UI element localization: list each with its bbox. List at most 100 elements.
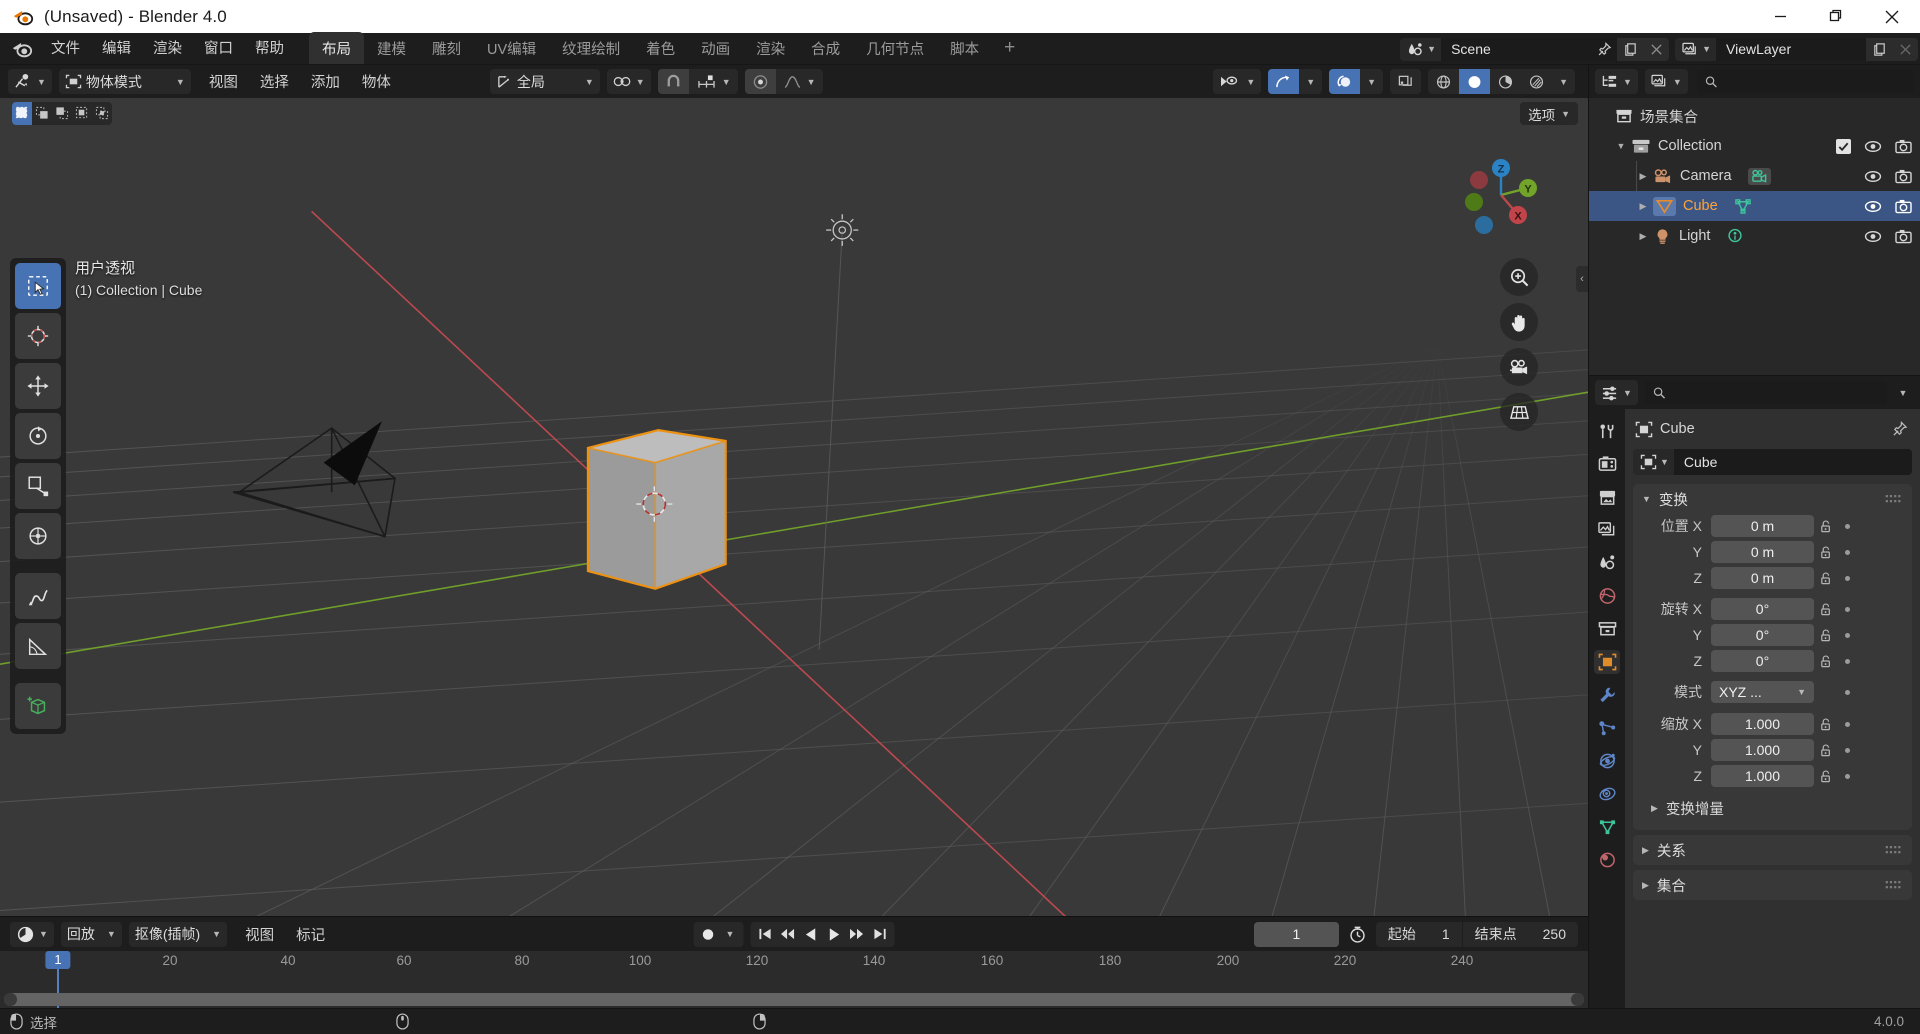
scale-y-lock-icon[interactable]: [1814, 743, 1838, 758]
snap-magnet-toggle[interactable]: [657, 69, 689, 94]
collections-panel[interactable]: ▶ 集合 ▪▪▪▪ ▪▪▪▪: [1633, 870, 1912, 900]
object-name-field[interactable]: Cube: [1673, 449, 1912, 475]
pivot-point-selector[interactable]: ▼: [606, 69, 651, 94]
workspace-tab-layout[interactable]: 布局: [309, 32, 364, 64]
select-intersect-button[interactable]: [92, 102, 112, 125]
scrollbar-handle-left[interactable]: [4, 993, 17, 1006]
scene-selector[interactable]: ▼ Scene: [1400, 37, 1670, 61]
rotation-y-field[interactable]: 0°: [1711, 624, 1814, 646]
outliner-row-camera[interactable]: ▶ Camera: [1589, 161, 1920, 191]
viewlayer-selector[interactable]: ▼ ViewLayer: [1675, 37, 1918, 61]
scrollbar-handle-right[interactable]: [1571, 993, 1584, 1006]
rotate-tool-button[interactable]: [15, 413, 61, 459]
viewport-menu-view[interactable]: 视图: [198, 69, 249, 95]
location-z-lock-icon[interactable]: [1814, 571, 1838, 586]
shading-solid-button[interactable]: [1459, 69, 1491, 94]
outliner-search-input[interactable]: [1723, 74, 1906, 89]
scale-tool-button[interactable]: [15, 463, 61, 509]
timeline-menu-marker[interactable]: 标记: [285, 921, 336, 947]
menu-help[interactable]: 帮助: [244, 36, 295, 62]
viewlayer-name[interactable]: ViewLayer: [1716, 37, 1866, 61]
viewport-options-button[interactable]: 选项 ▼: [1520, 102, 1578, 125]
timeline-horizontal-scrollbar[interactable]: [4, 993, 1584, 1006]
hide-in-viewport-icon[interactable]: [1864, 200, 1882, 213]
overlays-toggle[interactable]: [1329, 69, 1361, 94]
disable-in-renders-icon[interactable]: [1895, 169, 1912, 184]
jump-to-start-button[interactable]: [754, 922, 775, 947]
disable-in-renders-icon[interactable]: [1895, 229, 1912, 244]
location-z-field[interactable]: 0 m: [1711, 567, 1814, 589]
select-extend-button[interactable]: [32, 102, 52, 125]
collection-checkbox[interactable]: [1836, 138, 1851, 154]
outliner-search-box[interactable]: [1696, 70, 1914, 93]
move-tool-button[interactable]: [15, 363, 61, 409]
location-x-field[interactable]: 0 m: [1711, 515, 1814, 537]
shading-rendered-button[interactable]: [1521, 69, 1552, 94]
play-button[interactable]: [823, 922, 844, 947]
outliner-display-mode-selector[interactable]: ▼: [1644, 69, 1688, 94]
overlays-options-selector[interactable]: ▼: [1360, 69, 1383, 94]
measure-tool-button[interactable]: [15, 623, 61, 669]
play-reverse-button[interactable]: [800, 922, 821, 947]
workspace-tab-sculpting[interactable]: 雕刻: [419, 32, 474, 64]
expand-triangle-icon[interactable]: ▶: [1633, 201, 1653, 212]
workspace-tab-texturepaint[interactable]: 纹理绘制: [549, 32, 633, 64]
rotation-z-animate-dot[interactable]: [1838, 658, 1856, 664]
proportional-edit-toggle[interactable]: [744, 69, 776, 94]
scene-new-button[interactable]: [1617, 37, 1644, 61]
viewlayer-delete-button[interactable]: [1892, 37, 1918, 61]
timeline-editor-type-selector[interactable]: ▼: [10, 921, 54, 947]
expand-triangle-icon[interactable]: ▶: [1633, 231, 1653, 242]
hide-in-viewport-icon[interactable]: [1864, 140, 1882, 153]
location-y-lock-icon[interactable]: [1814, 545, 1838, 560]
scale-y-field[interactable]: 1.000: [1711, 739, 1814, 761]
properties-pin-icon[interactable]: [1892, 421, 1908, 437]
timeline-menu-view[interactable]: 视图: [234, 921, 285, 947]
outliner-row-light[interactable]: ▶ Light: [1589, 221, 1920, 251]
workspace-tab-scripting[interactable]: 脚本: [937, 32, 992, 64]
menu-render[interactable]: 渲染: [142, 36, 193, 62]
workspace-tab-uvediting[interactable]: UV编辑: [474, 32, 549, 64]
relations-panel[interactable]: ▶ 关系 ▪▪▪▪ ▪▪▪▪: [1633, 835, 1912, 865]
rotation-x-field[interactable]: 0°: [1711, 598, 1814, 620]
rotation-z-lock-icon[interactable]: [1814, 654, 1838, 669]
render-tab[interactable]: [1594, 452, 1620, 476]
properties-editor-type-selector[interactable]: ▼: [1595, 380, 1638, 405]
tool-tab[interactable]: [1594, 419, 1620, 443]
rotation-mode-animate-dot[interactable]: [1838, 689, 1856, 695]
workspace-tab-rendering[interactable]: 渲染: [743, 32, 798, 64]
blender-menu-icon[interactable]: [10, 38, 34, 60]
menu-file[interactable]: 文件: [40, 36, 91, 62]
chevron-down-icon[interactable]: ▼: [721, 929, 740, 939]
annotate-tool-button[interactable]: [15, 573, 61, 619]
expand-triangle-icon[interactable]: ▼: [1611, 141, 1631, 151]
playback-menu[interactable]: 回放 ▼: [60, 921, 122, 947]
proportional-falloff-selector[interactable]: ▼: [776, 69, 823, 94]
transform-tool-button[interactable]: [15, 513, 61, 559]
viewlayer-new-button[interactable]: [1866, 37, 1892, 61]
interaction-mode-selector[interactable]: 物体模式 ▼: [58, 69, 191, 94]
scene-delete-button[interactable]: [1643, 37, 1670, 61]
viewport-menu-select[interactable]: 选择: [249, 69, 300, 95]
light-data-icon[interactable]: [1726, 228, 1744, 244]
cursor-tool-button[interactable]: [15, 313, 61, 359]
rotation-y-animate-dot[interactable]: [1838, 632, 1856, 638]
viewlayer-icon[interactable]: ▼: [1675, 37, 1716, 61]
timeline-ruler[interactable]: 20 40 60 80 100 120 140 160 180 200 220 …: [0, 951, 1588, 1008]
scale-z-animate-dot[interactable]: [1838, 773, 1856, 779]
location-z-animate-dot[interactable]: [1838, 575, 1856, 581]
mesh-data-icon[interactable]: [1734, 198, 1752, 214]
scene-tab[interactable]: [1594, 551, 1620, 575]
collections-panel-header[interactable]: ▶ 集合 ▪▪▪▪ ▪▪▪▪: [1633, 870, 1912, 900]
workspace-tab-shading[interactable]: 着色: [633, 32, 688, 64]
record-icon[interactable]: [698, 922, 719, 947]
3d-viewport[interactable]: 选项 ▼ 用户透视 (1) Collection | Cube Z Y X ‹: [0, 98, 1588, 916]
camera-view-icon[interactable]: [1500, 348, 1538, 386]
output-tab[interactable]: [1594, 485, 1620, 509]
collection-tab[interactable]: [1594, 617, 1620, 641]
select-invert-button[interactable]: [72, 102, 92, 125]
xray-toggle[interactable]: [1390, 69, 1421, 94]
scene-pin-icon[interactable]: [1591, 37, 1618, 61]
snap-to-selector[interactable]: ▼: [689, 69, 738, 94]
scale-y-animate-dot[interactable]: [1838, 747, 1856, 753]
